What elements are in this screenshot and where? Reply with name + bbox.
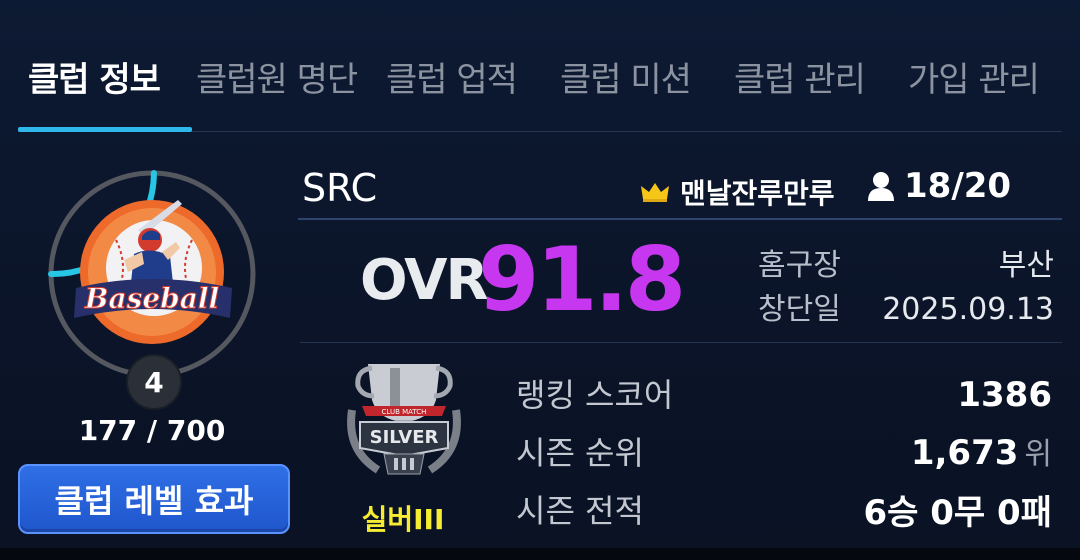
crown-icon bbox=[641, 183, 669, 202]
tab-club-info[interactable]: 클럽 정보 bbox=[28, 52, 161, 101]
club-level-effect-button[interactable]: 클럽 레벨 효과 bbox=[18, 464, 290, 534]
tab-club-management[interactable]: 클럽 관리 bbox=[734, 52, 866, 101]
season-rank-unit: 위 bbox=[1024, 437, 1052, 472]
ranking-score-label: 랭킹 스코어 bbox=[516, 376, 674, 414]
silver-trophy-icon: CLUB MATCH SILVER bbox=[347, 364, 461, 475]
club-stats-values: 1386 1,673 위 6승 0무 0패 bbox=[864, 366, 1053, 542]
tab-bar: 클럽 정보 클럽원 명단 클럽 업적 클럽 미션 클럽 관리 가입 관리 bbox=[0, 52, 1080, 112]
baseball-emblem-icon bbox=[80, 200, 224, 344]
founded-date-label: 창단일 bbox=[758, 292, 841, 327]
club-leader-name: 맨날잔루만루 bbox=[680, 177, 835, 210]
home-stadium-value: 부산 bbox=[998, 248, 1054, 283]
club-level-exp: 177 / 700 bbox=[78, 414, 226, 447]
ranking-score-value: 1386 bbox=[957, 375, 1052, 415]
ovr-label: OVR bbox=[360, 248, 489, 313]
emblem-text: Baseball bbox=[84, 282, 219, 315]
header-divider bbox=[298, 218, 1062, 220]
active-tab-indicator bbox=[18, 127, 192, 132]
svg-text:SILVER: SILVER bbox=[370, 427, 439, 448]
club-leader[interactable]: 맨날잔루만루 bbox=[640, 172, 835, 212]
club-member-count[interactable]: 18/20 bbox=[866, 166, 1011, 206]
person-icon bbox=[868, 172, 894, 201]
club-info-panel: 클럽 정보 클럽원 명단 클럽 업적 클럽 미션 클럽 관리 가입 관리 Bas… bbox=[0, 0, 1080, 560]
ovr-value: 91.8 bbox=[478, 228, 686, 331]
tier-name: 실버III bbox=[361, 503, 445, 536]
tab-join-management[interactable]: 가입 관리 bbox=[908, 52, 1040, 101]
tab-club-missions[interactable]: 클럽 미션 bbox=[560, 52, 692, 101]
club-level-ring: Baseball bbox=[48, 170, 256, 378]
season-rank-value: 1,673 bbox=[910, 433, 1019, 473]
tab-club-achievements[interactable]: 클럽 업적 bbox=[386, 52, 518, 101]
club-info-labels: 홈구장 창단일 bbox=[758, 244, 841, 332]
club-info-values: 부산 2025.09.13 bbox=[882, 244, 1054, 332]
club-stats-labels: 랭킹 스코어 시즌 순위 시즌 전적 bbox=[516, 366, 673, 540]
tab-club-members[interactable]: 클럽원 명단 bbox=[196, 52, 358, 101]
bottom-edge bbox=[0, 548, 1080, 560]
club-name: SRC bbox=[302, 166, 378, 210]
club-level-badge: 4 bbox=[126, 354, 182, 410]
season-rank-row: 1,673 위 bbox=[864, 424, 1052, 484]
info-divider bbox=[300, 342, 1062, 343]
founded-date-value: 2025.09.13 bbox=[882, 292, 1054, 327]
svg-text:CLUB MATCH: CLUB MATCH bbox=[382, 408, 427, 416]
season-record-value: 6승 0무 0패 bbox=[863, 493, 1053, 533]
season-record-label: 시즌 전적 bbox=[516, 492, 644, 530]
season-rank-label: 시즌 순위 bbox=[516, 434, 644, 472]
club-member-count-value: 18/20 bbox=[904, 166, 1012, 206]
home-stadium-label: 홈구장 bbox=[758, 248, 841, 283]
